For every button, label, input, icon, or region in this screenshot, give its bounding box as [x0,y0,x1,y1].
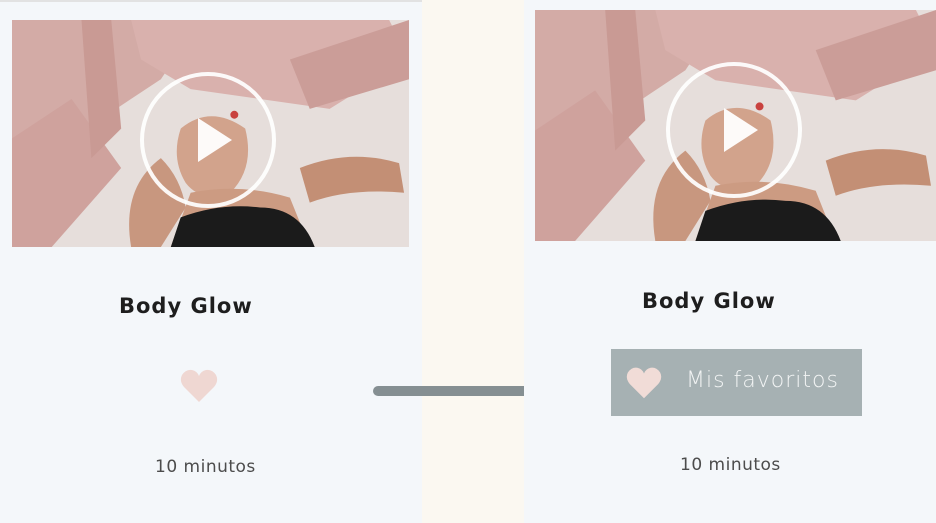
heart-icon [180,369,218,402]
class-duration: 10 minutos [155,457,256,477]
play-icon [724,108,758,152]
video-card-after: Body Glow Mis favoritos 10 minutos [524,0,936,523]
class-title: Body Glow [642,289,776,313]
heart-icon [626,367,662,399]
class-title: Body Glow [119,294,253,318]
play-icon [198,118,232,162]
favorite-toggle[interactable] [179,366,219,406]
play-button[interactable] [140,72,276,208]
class-duration: 10 minutos [680,455,781,475]
favorite-button-label: Mis favoritos [686,368,839,393]
video-thumbnail[interactable] [12,20,409,247]
play-button[interactable] [666,62,802,198]
video-card-before: Body Glow 10 minutos [0,0,422,523]
video-thumbnail[interactable] [535,10,936,241]
add-to-favorites-button[interactable]: Mis favoritos [611,349,862,416]
